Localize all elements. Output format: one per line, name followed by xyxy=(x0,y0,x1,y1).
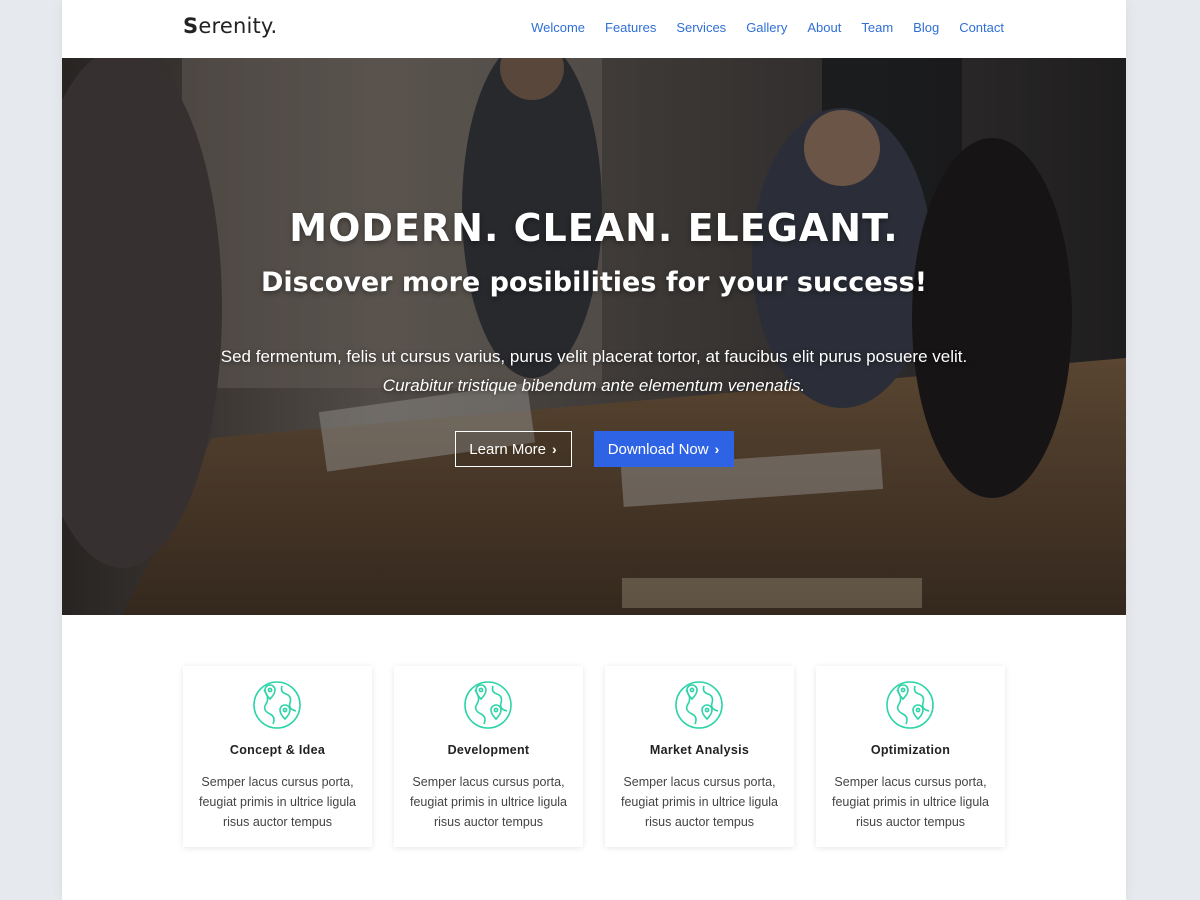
site-header: Serenity. Welcome Features Services Gall… xyxy=(62,0,1126,58)
globe-pin-icon xyxy=(886,681,934,729)
features-row: Concept & Idea Semper lacus cursus porta… xyxy=(183,666,1005,847)
hero-title: MODERN. CLEAN. ELEGANT. xyxy=(289,206,899,250)
hero-description-italic: Curabitur tristique bibendum ante elemen… xyxy=(382,376,806,395)
hero-description-line: Sed fermentum, felis ut cursus varius, p… xyxy=(220,347,968,366)
main-nav: Welcome Features Services Gallery About … xyxy=(531,20,1004,35)
nav-item-contact[interactable]: Contact xyxy=(959,20,1004,35)
feature-card: Development Semper lacus cursus porta, f… xyxy=(394,666,583,847)
nav-item-welcome[interactable]: Welcome xyxy=(531,20,585,35)
feature-title: Optimization xyxy=(870,743,951,757)
chevron-right-icon: › xyxy=(714,441,720,457)
feature-title: Market Analysis xyxy=(649,743,750,757)
download-now-label: Download Now xyxy=(607,440,709,458)
logo[interactable]: Serenity. xyxy=(183,14,277,38)
nav-item-blog[interactable]: Blog xyxy=(913,20,939,35)
nav-item-gallery[interactable]: Gallery xyxy=(746,20,787,35)
globe-pin-icon xyxy=(464,681,512,729)
hero-buttons: Learn More › Download Now › xyxy=(62,431,1126,467)
feature-card: Market Analysis Semper lacus cursus port… xyxy=(605,666,794,847)
nav-item-about[interactable]: About xyxy=(807,20,841,35)
nav-item-team[interactable]: Team xyxy=(861,20,893,35)
nav-item-services[interactable]: Services xyxy=(676,20,726,35)
feature-title: Concept & Idea xyxy=(229,743,326,757)
download-now-button[interactable]: Download Now › xyxy=(593,431,734,467)
feature-text: Semper lacus cursus porta, feugiat primi… xyxy=(620,775,778,829)
feature-text: Semper lacus cursus porta, feugiat primi… xyxy=(198,775,356,829)
nav-item-features[interactable]: Features xyxy=(605,20,656,35)
hero-subtitle: Discover more posibilities for your succ… xyxy=(260,267,928,298)
logo-initial: S xyxy=(183,14,199,38)
learn-more-button[interactable]: Learn More › xyxy=(454,431,572,467)
logo-text: erenity. xyxy=(198,14,278,38)
page: Serenity. Welcome Features Services Gall… xyxy=(62,0,1126,900)
feature-card: Optimization Semper lacus cursus porta, … xyxy=(816,666,1005,847)
hero-content: MODERN. CLEAN. ELEGANT. Discover more po… xyxy=(62,58,1126,615)
feature-card: Concept & Idea Semper lacus cursus porta… xyxy=(183,666,372,847)
hero-section: MODERN. CLEAN. ELEGANT. Discover more po… xyxy=(62,58,1126,615)
chevron-right-icon: › xyxy=(552,441,557,457)
learn-more-label: Learn More xyxy=(469,440,547,458)
feature-text: Semper lacus cursus porta, feugiat primi… xyxy=(409,775,567,829)
feature-text: Semper lacus cursus porta, feugiat primi… xyxy=(831,775,989,829)
globe-pin-icon xyxy=(253,681,301,729)
globe-pin-icon xyxy=(675,681,723,729)
hero-description: Sed fermentum, felis ut cursus varius, p… xyxy=(62,342,1126,400)
feature-title: Development xyxy=(447,743,530,757)
